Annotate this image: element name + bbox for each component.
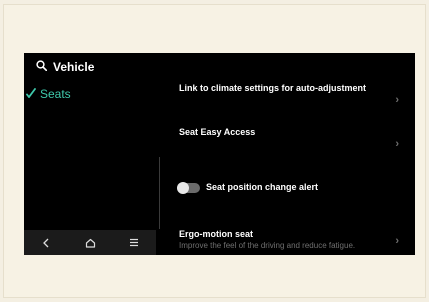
- seat-easy-access-setting[interactable]: Seat Easy Access ›: [179, 127, 409, 157]
- menu-button[interactable]: [119, 232, 149, 254]
- menu-icon: [130, 238, 138, 247]
- link-climate-setting[interactable]: Link to climate settings for auto-adjust…: [179, 83, 409, 113]
- seat-position-alert-setting: Seat position change alert: [206, 182, 396, 192]
- checkmark-icon: [26, 87, 36, 101]
- chevron-right-icon: ›: [395, 94, 399, 106]
- seat-position-alert-toggle[interactable]: [177, 182, 200, 194]
- toggle-knob: [177, 182, 189, 194]
- header: Vehicle: [36, 58, 94, 76]
- vehicle-settings-screen: Vehicle Seats Link to climate settings f…: [24, 53, 415, 255]
- setting-label: Seat Easy Access: [179, 127, 256, 137]
- search-icon[interactable]: [36, 60, 48, 74]
- home-button[interactable]: [75, 232, 105, 254]
- bottom-nav: [24, 230, 156, 255]
- setting-label: Ergo-motion seat: [179, 229, 254, 239]
- back-icon: [43, 238, 49, 247]
- sidebar-item-label: Seats: [40, 87, 71, 101]
- sidebar-item-seats[interactable]: Seats: [24, 85, 160, 103]
- chevron-right-icon: ›: [395, 235, 399, 247]
- setting-description: Improve the feel of the driving and redu…: [179, 241, 356, 250]
- home-icon: [85, 238, 95, 248]
- setting-label: Link to climate settings for auto-adjust…: [179, 83, 367, 93]
- divider: [159, 157, 160, 229]
- back-button[interactable]: [31, 232, 61, 254]
- setting-label: Seat position change alert: [206, 182, 319, 192]
- ergo-motion-setting[interactable]: Ergo-motion seat Improve the feel of the…: [179, 229, 409, 255]
- page-title: Vehicle: [53, 60, 95, 74]
- chevron-right-icon: ›: [395, 138, 399, 150]
